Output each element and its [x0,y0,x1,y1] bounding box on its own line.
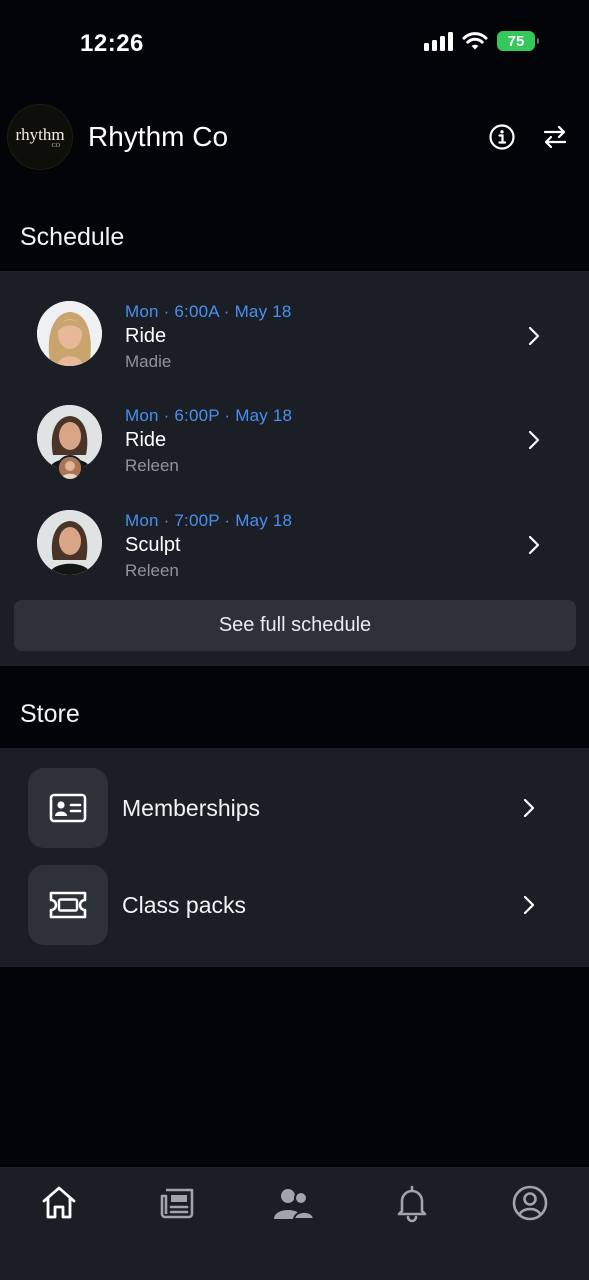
class-time: Mon · 7:00P · May 18 [125,511,293,530]
studio-title: Rhythm Co [88,121,229,152]
instructor-avatar [37,301,102,366]
status-bar: 12:26 75 [0,0,589,88]
store-item-label: Class packs [122,892,246,918]
cellular-signal-icon [424,31,453,51]
battery-icon: 75 [497,31,539,51]
tab-home[interactable] [37,1181,81,1225]
app-header: rhythm CO Rhythm Co [0,100,589,172]
swap-arrows-icon [543,125,567,149]
chevron-right-icon [528,430,540,450]
bell-icon [397,1185,427,1223]
home-icon [42,1186,76,1219]
class-item[interactable]: Mon · 7:00P · May 18 Sculpt Releen [0,504,589,604]
tab-profile[interactable] [508,1181,552,1225]
tab-news[interactable] [155,1181,199,1225]
class-name: Sculpt [125,534,181,556]
instructor-name: Madie [125,352,172,371]
class-time: Mon · 6:00A · May 18 [125,302,292,321]
chevron-right-icon [528,326,540,346]
secondary-instructor-avatar [57,455,83,481]
switch-studio-button[interactable] [540,122,570,152]
status-time: 12:26 [80,30,144,57]
tab-community[interactable] [272,1181,316,1225]
store-card: Memberships Class packs [0,748,589,967]
info-icon [489,124,515,150]
chevron-right-icon [528,535,540,555]
store-item-memberships[interactable]: Memberships [0,768,589,850]
class-time: Mon · 6:00P · May 18 [125,406,293,425]
store-section-title: Store [20,700,80,728]
battery-level: 75 [507,32,525,50]
status-icons: 75 [424,31,539,51]
see-full-schedule-button[interactable]: See full schedule [14,600,576,651]
instructor-avatar [37,510,102,575]
news-icon [160,1188,194,1219]
community-icon [274,1189,316,1220]
store-icon-tile [28,768,108,848]
profile-icon [512,1185,548,1221]
store-item-class-packs[interactable]: Class packs [0,865,589,947]
store-icon-tile [28,865,108,945]
logo-text: rhythm [15,124,65,144]
class-name: Ride [125,429,167,451]
schedule-section-title: Schedule [20,223,125,251]
instructor-name: Releen [125,456,179,475]
bottom-tab-bar [0,1167,589,1280]
wifi-icon [462,32,488,50]
studio-logo[interactable]: rhythm CO [7,104,73,170]
instructor-name: Releen [125,561,179,580]
id-card-icon [49,793,87,823]
logo-sub: CO [51,142,60,149]
class-name: Ride [125,325,167,347]
ticket-icon [49,891,87,919]
store-item-label: Memberships [122,795,261,821]
class-item[interactable]: Mon · 6:00P · May 18 Ride Releen [0,399,589,499]
tab-notifications[interactable] [390,1181,434,1225]
info-button[interactable] [487,122,517,152]
chevron-right-icon [523,798,535,818]
class-item[interactable]: Mon · 6:00A · May 18 Ride Madie [0,295,589,395]
schedule-card: Mon · 6:00A · May 18 Ride Madie Mon · 6:… [0,271,589,666]
chevron-right-icon [523,895,535,915]
